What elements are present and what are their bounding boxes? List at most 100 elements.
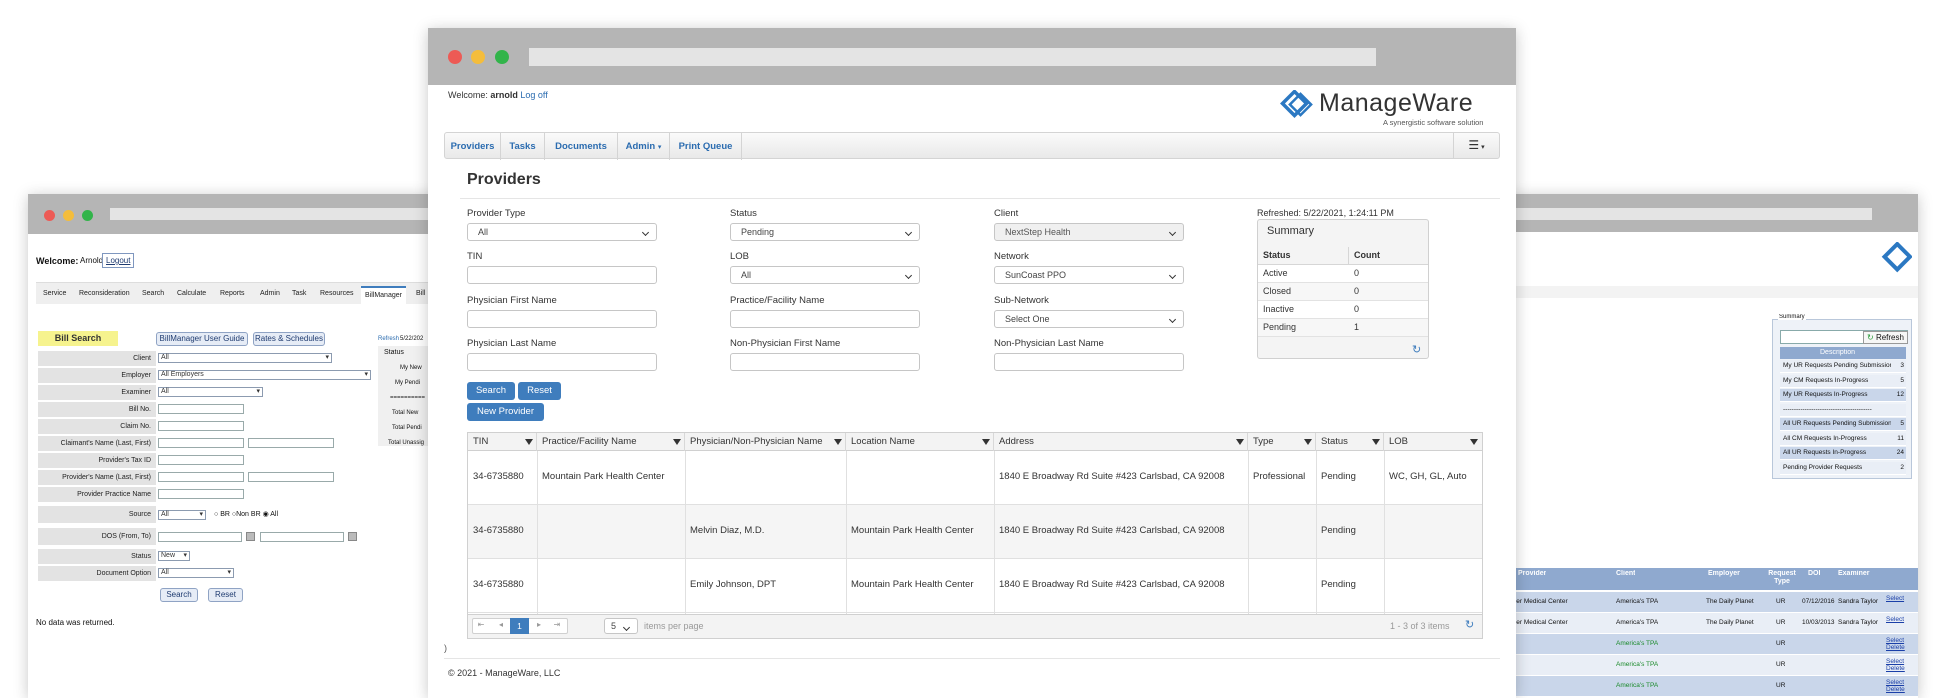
col-address[interactable]: Address — [994, 433, 1248, 451]
address-bar[interactable] — [1508, 208, 1872, 220]
subnetwork-select[interactable]: Select One — [994, 310, 1184, 328]
last-page-icon[interactable]: ⇥ — [550, 620, 564, 629]
nav-admin[interactable]: Admin ▾ — [618, 133, 670, 160]
provider-practice-input[interactable] — [158, 489, 244, 499]
network-select[interactable]: SunCoast PPO — [994, 266, 1184, 284]
cell-action[interactable]: Select — [1886, 616, 1912, 623]
physician-last-input[interactable] — [467, 353, 657, 371]
close-window-dot[interactable] — [44, 210, 55, 221]
col-location[interactable]: Location Name — [846, 433, 994, 451]
filter-icon[interactable] — [1236, 439, 1244, 445]
filter-icon[interactable] — [673, 439, 681, 445]
close-window-dot[interactable] — [448, 50, 462, 64]
summary-description[interactable]: All UR Requests Pending Submission — [1783, 420, 1891, 427]
dos-from-input[interactable] — [158, 532, 242, 542]
nav-service[interactable]: Service — [43, 290, 66, 297]
cell-action[interactable]: Select Delete — [1886, 679, 1912, 693]
calendar-icon[interactable] — [246, 532, 255, 541]
provider-type-select[interactable]: All — [467, 223, 657, 241]
filter-icon[interactable] — [525, 439, 533, 445]
nonphysician-first-input[interactable] — [730, 353, 920, 371]
user-guide-button[interactable]: BillManager User Guide — [156, 332, 248, 346]
search-button[interactable]: Search — [160, 588, 198, 602]
physician-first-input[interactable] — [467, 310, 657, 328]
table-row[interactable] — [1508, 676, 1918, 696]
source-radio-group[interactable]: ○ BR ○Non BR ◉ All — [214, 510, 278, 518]
logout-link[interactable]: Log off — [520, 90, 547, 100]
cell-action[interactable]: Select Delete — [1886, 658, 1912, 672]
provider-tax-id-input[interactable] — [158, 455, 244, 465]
client-select[interactable]: NextStep Health — [994, 223, 1184, 241]
nav-calculate[interactable]: Calculate — [177, 290, 206, 297]
new-provider-button[interactable]: New Provider — [467, 403, 544, 421]
col-lob[interactable]: LOB — [1384, 433, 1482, 451]
nav-tasks[interactable]: Tasks — [501, 133, 545, 160]
minimize-window-dot[interactable] — [471, 50, 485, 64]
practice-input[interactable] — [730, 310, 920, 328]
table-row[interactable] — [1508, 655, 1918, 675]
nav-task[interactable]: Task — [292, 290, 306, 297]
maximize-window-dot[interactable] — [82, 210, 93, 221]
maximize-window-dot[interactable] — [495, 50, 509, 64]
nav-reports[interactable]: Reports — [220, 290, 245, 297]
nonphysician-last-input[interactable] — [994, 353, 1184, 371]
hamburger-menu-icon[interactable]: ☰ ▾ — [1453, 133, 1499, 158]
side-refresh-link[interactable]: Refresh — [378, 336, 399, 342]
summary-refresh-icon[interactable]: ↻ — [1412, 343, 1421, 356]
search-button[interactable]: Search — [467, 382, 515, 400]
address-bar[interactable] — [110, 208, 440, 220]
col-physician[interactable]: Physician/Non-Physician Name — [685, 433, 846, 451]
claimant-last-input[interactable] — [158, 438, 244, 448]
filter-icon[interactable] — [1304, 439, 1312, 445]
dos-to-input[interactable] — [260, 532, 344, 542]
cell-action[interactable]: Select — [1886, 595, 1912, 602]
nav-print-queue[interactable]: Print Queue — [670, 133, 742, 160]
lob-select[interactable]: All — [730, 266, 920, 284]
status-select[interactable]: New — [158, 551, 190, 561]
radio-non-br[interactable]: Non BR — [236, 511, 261, 518]
summary-description[interactable]: My CM Requests In-Progress — [1783, 377, 1891, 384]
summary-description[interactable]: All CM Requests In-Progress — [1783, 435, 1891, 442]
examiner-select[interactable]: All — [158, 387, 263, 397]
radio-all[interactable]: All — [270, 511, 278, 518]
prev-page-icon[interactable]: ◂ — [494, 620, 508, 629]
status-select[interactable]: Pending — [730, 223, 920, 241]
reset-button[interactable]: Reset — [208, 588, 243, 602]
nav-documents[interactable]: Documents — [545, 133, 618, 160]
logout-link[interactable]: Logout — [102, 253, 135, 268]
grid-header-doi[interactable]: DOI — [1808, 570, 1820, 577]
employer-select[interactable]: All Employers — [158, 370, 371, 380]
cell-action[interactable]: Select Delete — [1886, 637, 1912, 651]
claim-no-input[interactable] — [158, 421, 244, 431]
bill-no-input[interactable] — [158, 404, 244, 414]
radio-br[interactable]: BR — [220, 511, 230, 518]
nav-search[interactable]: Search — [142, 290, 164, 297]
summary-description[interactable]: Pending Provider Requests — [1783, 464, 1891, 471]
filter-icon[interactable] — [834, 439, 842, 445]
nav-providers[interactable]: Providers — [445, 133, 501, 160]
filter-icon[interactable] — [1372, 439, 1380, 445]
summary-description[interactable]: My UR Requests In-Progress — [1783, 391, 1891, 398]
client-select[interactable]: All — [158, 353, 332, 363]
reset-button[interactable]: Reset — [518, 382, 561, 400]
nav-resources[interactable]: Resources — [320, 290, 353, 297]
nav-bill[interactable]: Bill — [416, 290, 425, 297]
summary-description[interactable]: ----------------------------------------… — [1783, 406, 1891, 413]
calendar-icon[interactable] — [348, 532, 357, 541]
document-option-select[interactable]: All — [158, 568, 234, 578]
first-page-icon[interactable]: ⇤ — [474, 620, 488, 629]
minimize-window-dot[interactable] — [63, 210, 74, 221]
summary-description[interactable]: My UR Requests Pending Submission — [1783, 362, 1891, 369]
grid-header-client[interactable]: Client — [1616, 570, 1635, 577]
next-page-icon[interactable]: ▸ — [532, 620, 546, 629]
provider-first-input[interactable] — [248, 472, 334, 482]
grid-header-provider[interactable]: Provider — [1518, 570, 1546, 577]
grid-header-examiner[interactable]: Examiner — [1838, 570, 1870, 577]
filter-icon[interactable] — [982, 439, 990, 445]
grid-refresh-icon[interactable]: ↻ — [1465, 618, 1474, 631]
address-bar[interactable] — [529, 48, 1376, 66]
current-page[interactable]: 1 — [510, 618, 529, 634]
source-select[interactable]: All — [158, 510, 206, 520]
filter-icon[interactable] — [1470, 439, 1478, 445]
nav-billmanager[interactable]: BillManager — [361, 286, 406, 304]
